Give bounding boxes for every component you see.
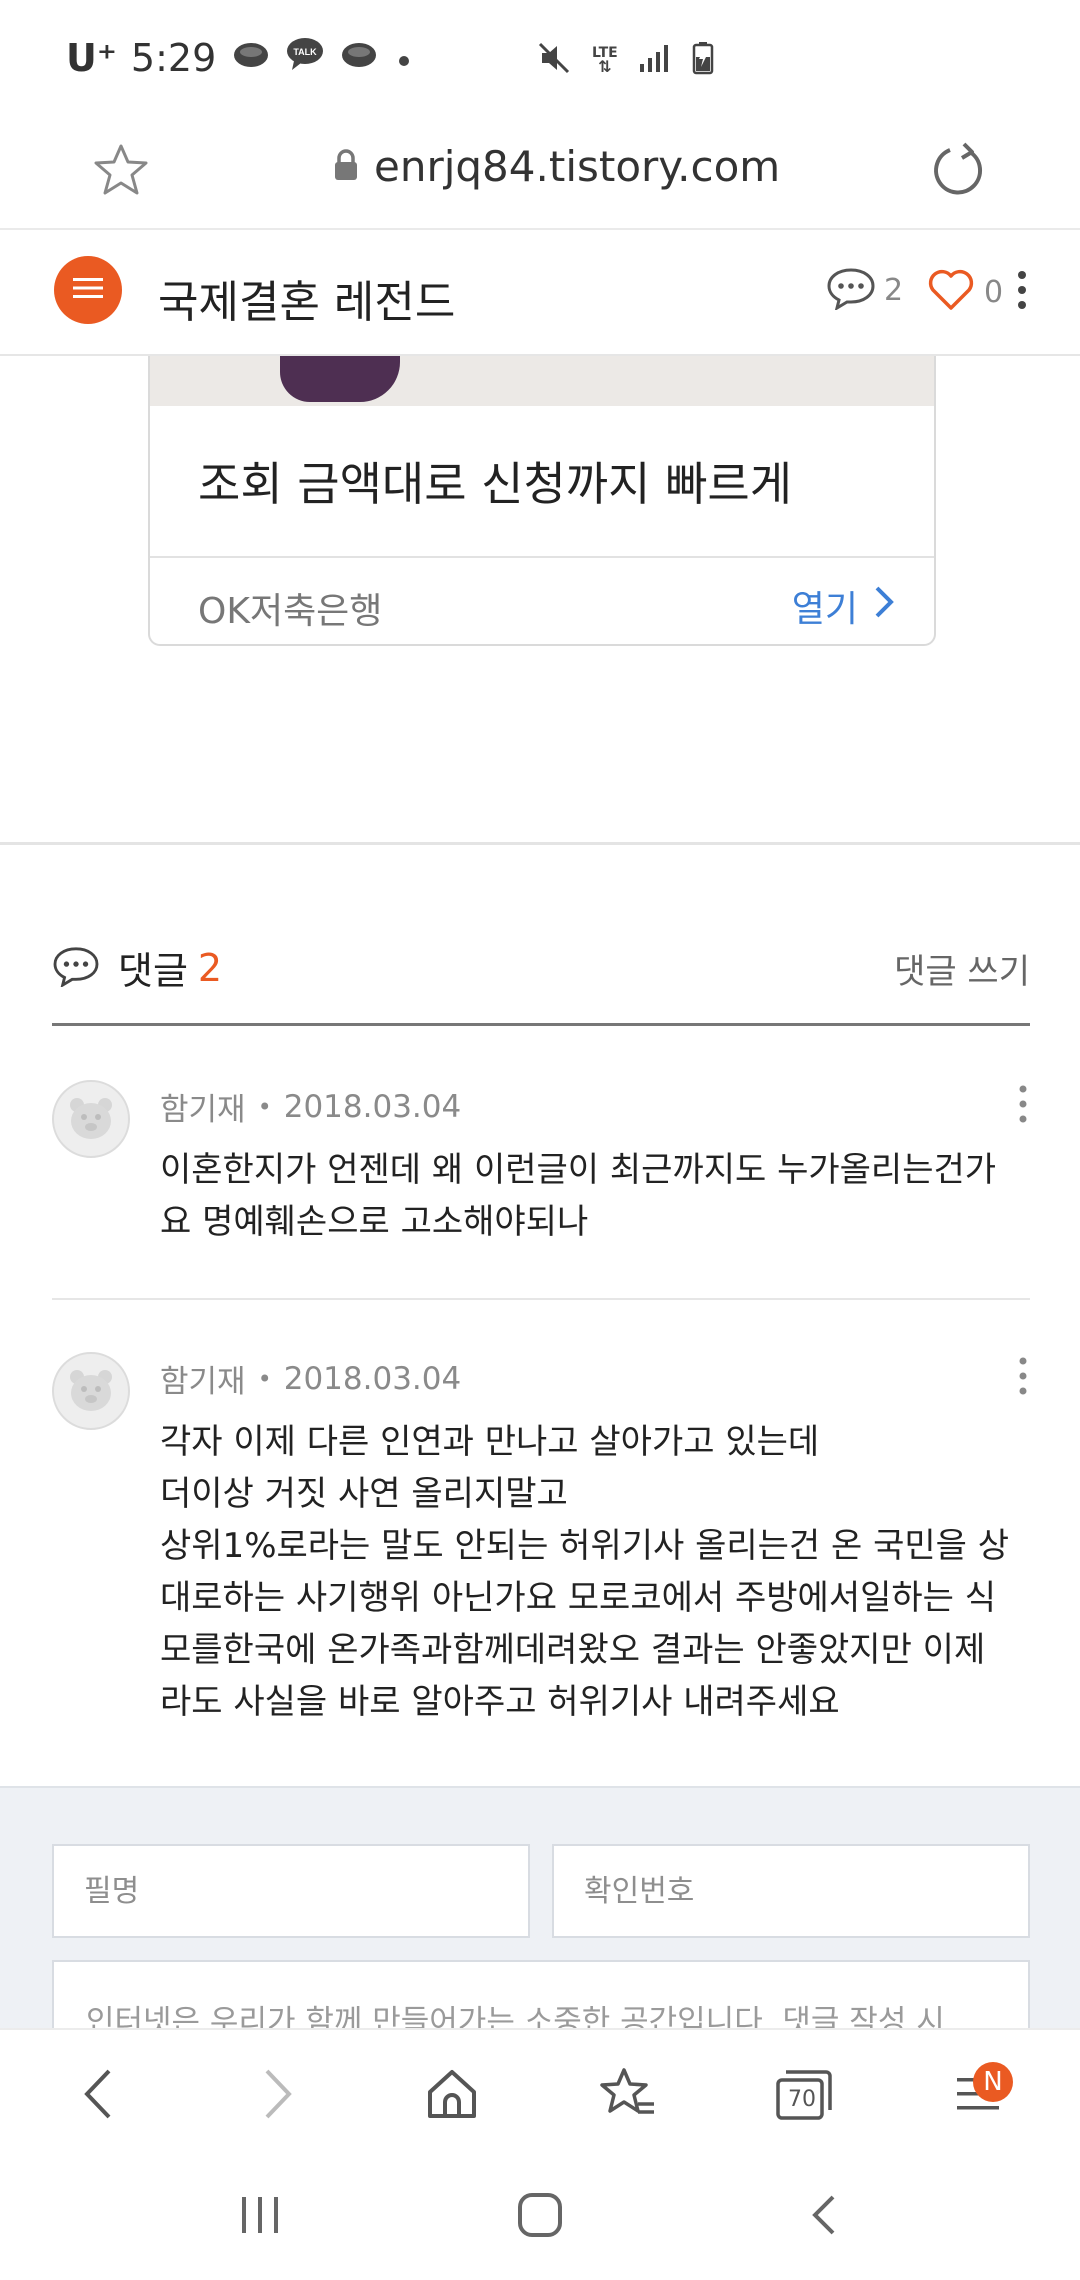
comment-body: 이혼한지가 언젠데 왜 이런글이 최근까지도 누가올리는건가 요 명예훼손으로 … [160, 1144, 1080, 1248]
comment-line: 대로하는 사기행위 아닌가요 모로코에서 주방에서일하는 식 [160, 1578, 997, 1618]
comment-line: 라도 사실을 바로 알아주고 허위기사 내려주세요 [160, 1682, 840, 1722]
ad-card[interactable]: 조회 금액대로 신청까지 빠르게 OK저축은행 열기 [148, 356, 936, 646]
comment-icon [826, 266, 876, 314]
recent-apps-button[interactable] [220, 2182, 300, 2252]
comment-icon [52, 945, 100, 991]
write-comment-link[interactable]: 댓글 쓰기 [894, 944, 1030, 993]
tabs-icon: 70 [766, 2060, 838, 2132]
chevron-left-icon [809, 2193, 839, 2241]
comment-divider [52, 1298, 1030, 1300]
comments-label: 댓글 [118, 949, 188, 993]
svg-text:TALK: TALK [294, 47, 318, 57]
reload-icon[interactable] [928, 140, 988, 204]
chat-bubble-icon [340, 36, 378, 80]
comments-count: 2 [197, 945, 223, 990]
battery-icon [692, 41, 714, 79]
system-nav-bar [0, 2158, 1080, 2280]
mute-icon [536, 40, 572, 80]
comment-more-icon[interactable] [1016, 1084, 1030, 1128]
url-text: enrjq84.tistory.com [374, 142, 781, 191]
comment-line: 더이상 거짓 사연 올리지말고 [160, 1474, 568, 1514]
tab-count: 70 [788, 2086, 816, 2112]
notification-dot-icon [394, 36, 414, 80]
hamburger-icon: N [953, 2062, 1013, 2118]
chevron-right-icon [874, 585, 894, 628]
lte-icon: LTE ⇅ [592, 46, 618, 76]
tabs-button[interactable]: 70 [766, 2060, 838, 2132]
system-back-button[interactable] [784, 2182, 864, 2252]
comment-author[interactable]: 함기재 [160, 1356, 246, 1401]
name-field[interactable] [54, 1846, 528, 1936]
ad-brand: OK저축은행 [198, 591, 383, 632]
comment-author[interactable]: 함기재 [160, 1084, 246, 1129]
star-list-icon [598, 2066, 658, 2126]
comment-meta: 함기재 • 2018.03.04 [160, 1084, 461, 1129]
bookmarks-button[interactable] [592, 2060, 664, 2132]
chevron-left-icon [81, 2067, 115, 2125]
signal-icon [638, 42, 672, 78]
status-left: U⁺ 5:29 TALK [66, 36, 414, 80]
section-separator [0, 842, 1080, 845]
ad-open-label: 열기 [791, 589, 858, 630]
chevron-right-icon [261, 2067, 295, 2125]
header-comment-button[interactable]: 2 [826, 266, 903, 314]
address-field[interactable]: enrjq84.tistory.com [332, 142, 780, 191]
ad-headline: 조회 금액대로 신청까지 빠르게 [198, 457, 793, 511]
ad-open-button[interactable]: 열기 [792, 580, 894, 632]
name-field-box [52, 1844, 530, 1938]
heart-icon [926, 268, 976, 316]
meta-separator: • [257, 1092, 272, 1121]
lock-icon [332, 148, 360, 186]
comment-line: 각자 이제 다른 인연과 만나고 살아가고 있는데 [160, 1422, 820, 1462]
status-time: 5:29 [130, 36, 217, 80]
comments-header: 댓글 2 댓글 쓰기 [52, 940, 1030, 1026]
ad-footer: OK저축은행 열기 [150, 556, 934, 644]
comment-line: 상위1%로라는 말도 안되는 허위기사 올리는건 온 국민을 상 [160, 1526, 1010, 1566]
meta-separator: • [257, 1364, 272, 1393]
forward-button[interactable] [242, 2060, 314, 2132]
ad-image [150, 356, 934, 406]
avatar[interactable] [52, 1352, 130, 1430]
comments-title: 댓글 2 [52, 940, 222, 995]
ad-image-shape [280, 356, 400, 402]
password-field[interactable] [554, 1846, 1028, 1936]
password-field-box [552, 1844, 1030, 1938]
comment-item: 함기재 • 2018.03.04 이혼한지가 언젠데 왜 이런글이 최근까지도 … [52, 1080, 1030, 1270]
comment-date: 2018.03.04 [283, 1360, 462, 1397]
browser-toolbar: 70 N [0, 2028, 1080, 2158]
comment-line: 모를한국에 온가족과함께데려왔오 결과는 안좋았지만 이제 [160, 1630, 986, 1670]
home-button[interactable] [416, 2060, 488, 2132]
header-comment-count: 2 [884, 272, 904, 308]
comment-body: 각자 이제 다른 인연과 만나고 살아가고 있는데 더이상 거짓 사연 올리지말… [160, 1416, 1080, 1728]
new-badge: N [973, 2062, 1013, 2102]
recent-apps-icon [238, 2195, 282, 2239]
header-like-button[interactable]: 0 [926, 268, 1003, 316]
blog-menu-button[interactable] [54, 256, 122, 324]
home-square-icon [517, 2192, 563, 2242]
header-like-count: 0 [984, 274, 1004, 310]
bookmark-star-icon[interactable] [92, 142, 150, 202]
back-button[interactable] [62, 2060, 134, 2132]
home-icon [424, 2066, 480, 2126]
header-more-icon[interactable] [1014, 270, 1030, 314]
carrier-label: U⁺ [66, 36, 117, 80]
blog-header: 국제결혼 레전드 2 0 [0, 230, 1080, 356]
comment-more-icon[interactable] [1016, 1356, 1030, 1400]
comment-line: 이혼한지가 언젠데 왜 이런글이 최근까지도 누가올리는건가 [160, 1150, 997, 1190]
comment-meta: 함기재 • 2018.03.04 [160, 1356, 461, 1401]
talk-icon: TALK [286, 36, 324, 80]
avatar[interactable] [52, 1080, 130, 1158]
data-arrows-icon: ⇅ [598, 57, 612, 76]
comment-line: 요 명예훼손으로 고소해야되나 [160, 1202, 589, 1242]
url-bar: enrjq84.tistory.com [0, 120, 1080, 230]
comment-date: 2018.03.04 [283, 1088, 462, 1125]
chat-bubble-icon [232, 36, 270, 80]
status-right: LTE ⇅ [536, 40, 714, 80]
hamburger-icon [73, 277, 103, 303]
browser-menu-button[interactable]: N [942, 2060, 1014, 2132]
status-bar: U⁺ 5:29 TALK LTE ⇅ [0, 0, 1080, 120]
blog-title[interactable]: 국제결혼 레전드 [158, 266, 455, 330]
system-home-button[interactable] [500, 2182, 580, 2252]
comment-item: 함기재 • 2018.03.04 각자 이제 다른 인연과 만나고 살아가고 있… [52, 1352, 1030, 1752]
